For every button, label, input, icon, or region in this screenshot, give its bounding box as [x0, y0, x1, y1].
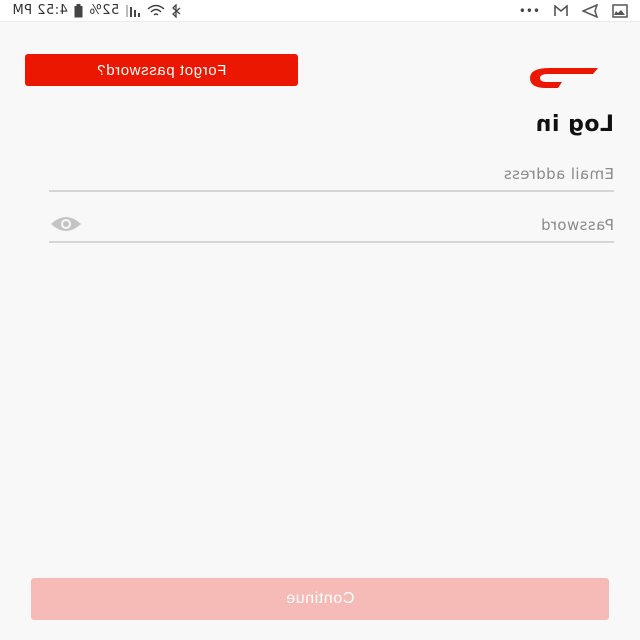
password-input[interactable]: [49, 209, 614, 241]
login-screen: ••• 52% 4:52 PM Forgot password? Log in …: [0, 0, 640, 640]
status-bar: ••• 52% 4:52 PM: [0, 0, 640, 22]
page-title: Log in: [535, 112, 614, 137]
gallery-icon: [612, 4, 628, 18]
gmail-icon: [554, 5, 568, 16]
doordash-logo: [530, 68, 598, 88]
send-icon: [582, 4, 598, 18]
bluetooth-icon: [172, 4, 181, 18]
wifi-icon: [147, 4, 165, 16]
more-dots-icon: •••: [518, 4, 540, 18]
email-input[interactable]: [49, 158, 614, 190]
signal-icon: [126, 5, 141, 17]
password-field[interactable]: [49, 209, 614, 243]
battery-percent: 52%: [88, 3, 120, 18]
eye-icon[interactable]: [49, 215, 83, 233]
continue-button[interactable]: Continue: [31, 578, 609, 620]
system-status: 52% 4:52 PM: [12, 3, 181, 19]
battery-icon: [74, 4, 83, 18]
forgot-password-button[interactable]: Forgot password?: [25, 54, 298, 86]
notification-icons: •••: [519, 3, 628, 19]
email-field[interactable]: [49, 158, 614, 192]
clock: 4:52 PM: [12, 3, 68, 18]
